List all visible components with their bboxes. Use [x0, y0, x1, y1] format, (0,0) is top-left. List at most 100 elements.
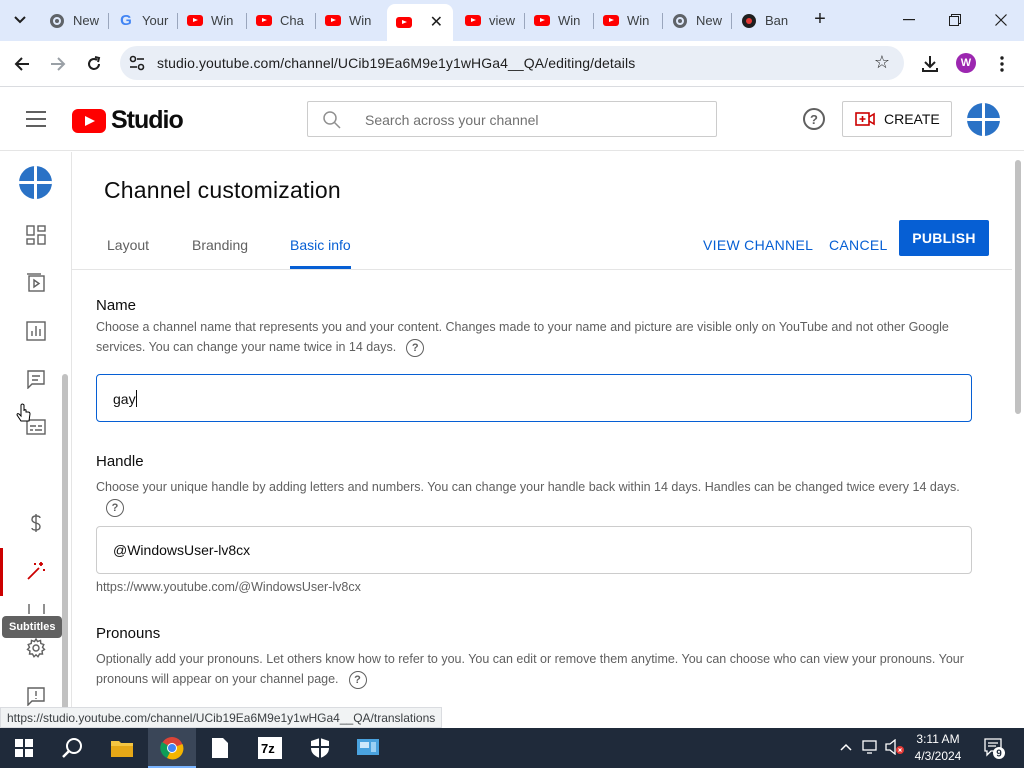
- youtube-icon: [603, 13, 619, 29]
- tab-layout[interactable]: Layout: [107, 237, 149, 253]
- security-shield-icon[interactable]: [296, 728, 344, 768]
- minimize-icon[interactable]: [886, 0, 932, 40]
- youtube-icon: [534, 13, 550, 29]
- analytics-icon[interactable]: [24, 319, 48, 343]
- studio-logo[interactable]: Studio: [72, 106, 184, 135]
- close-window-icon[interactable]: [978, 0, 1024, 40]
- browser-tab-strip: New G Your Win Cha Win ✕ view Win Win Ne…: [0, 0, 1024, 41]
- create-button[interactable]: CREATE: [842, 101, 952, 137]
- address-bar[interactable]: studio.youtube.com/channel/UCib19Ea6M9e1…: [120, 46, 904, 80]
- browser-tab-active[interactable]: ✕: [387, 4, 453, 41]
- youtube-icon: [325, 13, 341, 29]
- page-title: Channel customization: [104, 177, 341, 203]
- control-panel-icon[interactable]: [344, 728, 392, 768]
- chrome-icon: [672, 13, 688, 29]
- account-avatar[interactable]: [967, 103, 1000, 136]
- settings-gear-icon[interactable]: [24, 636, 48, 660]
- reload-icon[interactable]: [80, 50, 108, 78]
- notepad-icon[interactable]: [196, 728, 244, 768]
- pronouns-section-title: Pronouns: [96, 625, 161, 642]
- pronouns-description: Optionally add your pronouns. Let others…: [96, 649, 976, 689]
- browser-tab[interactable]: New: [663, 4, 732, 37]
- more-menu-icon[interactable]: [988, 50, 1016, 78]
- volume-muted-icon[interactable]: [885, 738, 905, 758]
- browser-tab[interactable]: Win: [178, 4, 247, 37]
- help-icon[interactable]: ?: [803, 108, 825, 130]
- view-channel-button[interactable]: VIEW CHANNEL: [703, 237, 813, 253]
- search-icon: [323, 111, 341, 129]
- pronouns-help-icon[interactable]: ?: [348, 670, 367, 689]
- channel-avatar[interactable]: [19, 166, 52, 199]
- monetization-icon[interactable]: [24, 511, 48, 535]
- site-settings-icon[interactable]: [128, 54, 146, 72]
- audio-library-icon[interactable]: [24, 604, 48, 614]
- subtitles-tooltip: Subtitles: [2, 616, 63, 638]
- mouse-cursor-icon: [12, 402, 36, 426]
- youtube-icon: [256, 13, 272, 29]
- studio-header: Studio Search across your channel ? CREA…: [0, 87, 1024, 151]
- tab-branding[interactable]: Branding: [192, 237, 248, 253]
- windows-start-icon[interactable]: [0, 728, 48, 768]
- left-nav-scrollbar[interactable]: [62, 368, 68, 764]
- tab-close-icon[interactable]: ✕: [430, 12, 443, 32]
- svg-text:7z: 7z: [261, 741, 275, 756]
- search-input[interactable]: Search across your channel: [307, 101, 717, 137]
- tray-chevron-up-icon[interactable]: [840, 740, 852, 754]
- cancel-button[interactable]: CANCEL: [829, 237, 888, 253]
- new-tab-plus-icon[interactable]: +: [809, 8, 831, 30]
- search-placeholder: Search across your channel: [365, 112, 539, 128]
- profile-avatar[interactable]: W: [956, 53, 976, 73]
- status-bar-url: https://studio.youtube.com/channel/UCib1…: [0, 707, 443, 728]
- restore-icon[interactable]: [932, 0, 978, 40]
- chrome-taskbar-icon[interactable]: [148, 728, 196, 768]
- publish-button[interactable]: PUBLISH: [899, 220, 989, 256]
- feedback-icon[interactable]: [24, 684, 48, 708]
- browser-tab[interactable]: Ban: [732, 4, 801, 37]
- left-navigation: Subtitles: [0, 152, 72, 730]
- google-icon: G: [120, 12, 132, 29]
- browser-tab[interactable]: Cha: [247, 4, 316, 37]
- youtube-icon: [396, 15, 412, 31]
- back-arrow-icon[interactable]: [8, 50, 36, 78]
- browser-tab[interactable]: G Your: [109, 4, 178, 37]
- name-description: Choose a channel name that represents yo…: [96, 317, 976, 357]
- comments-icon[interactable]: [24, 367, 48, 391]
- handle-description: Choose your unique handle by adding lett…: [96, 477, 976, 517]
- browser-tab[interactable]: Win: [594, 4, 663, 37]
- chrome-icon: [49, 13, 65, 29]
- 7zip-icon[interactable]: 7z: [246, 728, 294, 768]
- youtube-logo-icon: [72, 108, 106, 133]
- network-icon[interactable]: [862, 740, 880, 759]
- notification-count: 9: [996, 749, 1002, 760]
- forward-arrow-icon[interactable]: [44, 50, 72, 78]
- name-section-title: Name: [96, 297, 137, 314]
- taskbar-search-icon[interactable]: [48, 728, 96, 768]
- tab-search-chevron-icon[interactable]: [9, 9, 31, 31]
- channel-name-input[interactable]: gay: [96, 374, 972, 422]
- handle-input[interactable]: @WindowsUser-lv8cx: [96, 526, 972, 574]
- main-scrollbar[interactable]: [1013, 152, 1024, 728]
- browser-toolbar: studio.youtube.com/channel/UCib19Ea6M9e1…: [0, 41, 1024, 87]
- file-explorer-icon[interactable]: [98, 728, 146, 768]
- active-nav-indicator: [0, 548, 3, 596]
- handle-help-icon[interactable]: ?: [106, 498, 124, 517]
- dashboard-icon[interactable]: [24, 223, 48, 247]
- notification-center-icon[interactable]: 9: [983, 737, 1005, 760]
- hamburger-menu-icon[interactable]: [26, 111, 46, 127]
- name-help-icon[interactable]: ?: [406, 338, 425, 357]
- browser-tab[interactable]: Win: [525, 4, 594, 37]
- create-video-icon: [855, 112, 875, 126]
- active-tab-underline: [290, 266, 351, 269]
- browser-tab[interactable]: New: [40, 4, 109, 37]
- youtube-icon: [465, 13, 481, 29]
- windows-taskbar: 7z 3:11 AM 4/3/2024 9: [0, 728, 1024, 768]
- content-icon[interactable]: [24, 271, 48, 295]
- bookmark-star-icon[interactable]: ☆: [874, 52, 890, 73]
- browser-tab[interactable]: Win: [316, 4, 385, 37]
- taskbar-clock[interactable]: 3:11 AM 4/3/2024: [908, 731, 968, 765]
- download-icon[interactable]: [916, 50, 944, 78]
- customization-wand-icon[interactable]: [24, 559, 48, 583]
- browser-tab[interactable]: view: [456, 4, 525, 37]
- tab-basic-info[interactable]: Basic info: [290, 237, 351, 253]
- text-caret: [135, 390, 137, 407]
